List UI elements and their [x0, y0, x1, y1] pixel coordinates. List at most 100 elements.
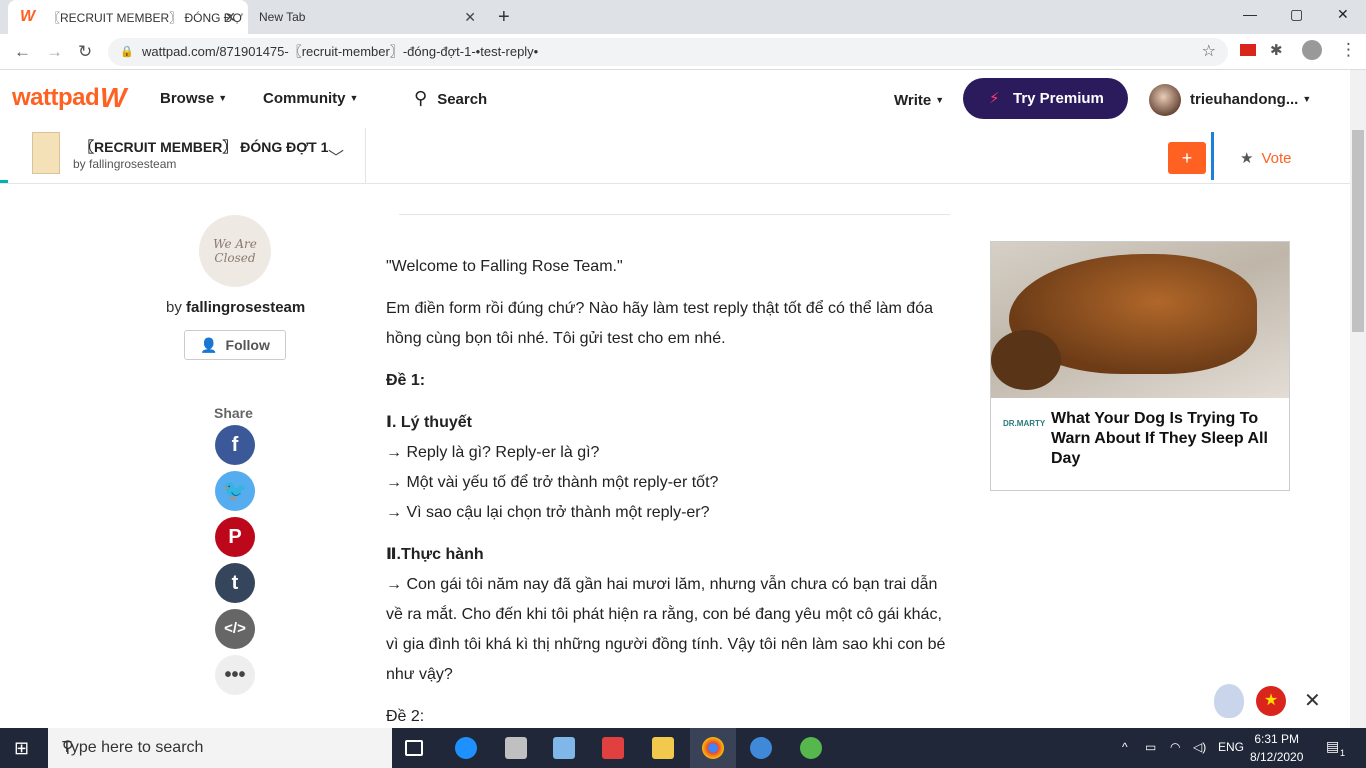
tab-title: New Tab [259, 10, 306, 24]
volume-icon[interactable]: ◁) [1193, 740, 1206, 754]
wattpad-favicon-icon: W [20, 8, 36, 25]
chevron-down-icon: ▼ [935, 95, 945, 105]
author-name[interactable]: fallingrosesteam [186, 299, 305, 316]
twitter-icon[interactable]: 🐦 [215, 471, 255, 511]
user-menu[interactable]: trieuhandong... ▼ [1190, 91, 1311, 108]
new-tab-button[interactable]: + [498, 6, 510, 29]
menu-icon[interactable]: ⋮ [1340, 40, 1357, 60]
more-icon[interactable]: ••• [215, 655, 255, 695]
reading-progress [0, 180, 8, 183]
app-icon[interactable] [602, 737, 624, 759]
story-author[interactable]: by fallingrosesteam [73, 157, 176, 171]
section-heading: Ⅰ. Lý thuyết [386, 414, 472, 431]
vietnam-flag-icon[interactable]: ★ [1256, 686, 1286, 716]
edge-icon[interactable] [455, 737, 477, 759]
divider [399, 214, 950, 215]
pinterest-icon[interactable]: P [215, 517, 255, 557]
wattpad-w-icon[interactable]: W [100, 82, 126, 114]
bookmark-star-icon[interactable]: ☆ [1202, 38, 1216, 66]
question: → Vì sao cậu lại chọn trở thành một repl… [386, 504, 710, 521]
follow-button[interactable]: 👤 Follow [184, 330, 286, 360]
tab-close-icon[interactable]: ✕ [464, 9, 476, 26]
chrome-icon[interactable] [702, 737, 724, 759]
profile-avatar-icon[interactable] [1302, 40, 1322, 60]
chevron-up-icon[interactable]: ^ [1122, 740, 1128, 754]
taskbar-search[interactable]: ⚲ Type here to search [48, 728, 392, 768]
scrollbar-thumb[interactable] [1352, 130, 1364, 332]
dog-tail [991, 330, 1061, 390]
language-indicator[interactable]: ENG [1218, 740, 1244, 754]
task-view-icon[interactable] [405, 740, 423, 756]
paragraph: Em điền form rồi đúng chứ? Nào hãy làm t… [386, 300, 933, 347]
divider [1211, 132, 1214, 180]
embed-icon[interactable]: </> [215, 609, 255, 649]
file-explorer-icon[interactable] [652, 737, 674, 759]
minimize-button[interactable]: — [1243, 6, 1257, 22]
chevron-down-icon[interactable]: ﹀ [328, 144, 344, 168]
search-button[interactable]: ⚲ Search [414, 88, 487, 109]
ad-logo: DR.MARTY [1003, 419, 1046, 428]
share-label: Share [214, 405, 253, 421]
battery-icon[interactable]: ▭ [1145, 740, 1156, 754]
author-avatar[interactable]: We Are Closed [199, 215, 271, 287]
user-avatar[interactable] [1149, 84, 1181, 116]
forward-icon[interactable]: → [46, 42, 63, 62]
floating-character-icon[interactable] [1214, 684, 1244, 718]
address-bar-row: ← → ↻ 🔒 wattpad.com/871901475-〖recruit-m… [0, 34, 1366, 70]
try-premium-button[interactable]: ⚡ Try Premium [963, 78, 1128, 119]
tab-close-icon[interactable]: ✕ [224, 9, 236, 26]
story-cover[interactable] [32, 132, 60, 174]
browse-label: Browse [160, 90, 215, 107]
notifications-icon[interactable]: ▤ [1326, 738, 1339, 755]
search-label: Search [437, 91, 488, 108]
lightning-icon: ⚡ [989, 90, 1000, 107]
add-to-list-button[interactable]: + [1168, 142, 1206, 174]
extensions-icon[interactable]: ✱ [1270, 41, 1283, 59]
back-icon[interactable]: ← [14, 42, 31, 62]
question: → Con gái tôi năm nay đã gần hai mươi lă… [386, 576, 946, 683]
lock-icon: 🔒 [120, 46, 134, 58]
tab-story[interactable]: W 〖RECRUIT MEMBER〗 ĐÓNG ĐỢ ✕ [8, 0, 248, 34]
tumblr-icon[interactable]: t [215, 563, 255, 603]
close-window-button[interactable]: ✕ [1337, 6, 1349, 23]
windows-start-icon[interactable]: ⊞ [14, 738, 29, 759]
url-field[interactable]: 🔒 wattpad.com/871901475-〖recruit-member〗… [108, 38, 1228, 66]
wifi-icon[interactable]: ◠ [1170, 740, 1180, 754]
star-icon: ★ [1240, 150, 1254, 167]
story-title[interactable]: 〖RECRUIT MEMBER〗 ĐÓNG ĐỢT 1 [80, 137, 328, 157]
facebook-icon[interactable]: f [215, 425, 255, 465]
write-menu[interactable]: Write ▼ [894, 92, 944, 109]
paint-icon[interactable] [505, 737, 527, 759]
flag-extension-icon[interactable] [1240, 44, 1256, 56]
tab-new[interactable]: New Tab ✕ [248, 0, 488, 34]
close-icon[interactable]: ✕ [1304, 688, 1321, 713]
paragraph: "Welcome to Falling Rose Team." [386, 258, 623, 275]
wattpad-header: wattpad W Browse ▼ Community ▼ ⚲ Search Wri… [0, 70, 1350, 128]
story-content: "Welcome to Falling Rose Team." Em điền … [386, 252, 946, 744]
browser-tab-bar: W 〖RECRUIT MEMBER〗 ĐÓNG ĐỢ ✕ New Tab ✕ +… [0, 0, 1366, 34]
windows-taskbar: ⊞ ⚲ Type here to search ^ ▭ ◠ ◁) ENG 6:31… [0, 728, 1366, 768]
chevron-down-icon: ▼ [218, 93, 228, 103]
app-icon[interactable] [553, 737, 575, 759]
premium-label: Try Premium [1013, 90, 1104, 107]
app-icon[interactable] [750, 737, 772, 759]
app-icon[interactable] [800, 737, 822, 759]
browse-menu[interactable]: Browse ▼ [160, 90, 227, 107]
chevron-down-icon: ▼ [1302, 94, 1312, 104]
maximize-button[interactable]: ▢ [1290, 6, 1303, 23]
date: 8/12/2020 [1250, 750, 1304, 764]
question: → Một vài yếu tố để trở thành một reply-… [386, 474, 719, 491]
section-heading: Ⅱ.Thực hành [386, 546, 484, 563]
notification-count: 1 [1340, 748, 1346, 758]
community-menu[interactable]: Community ▼ [263, 90, 358, 107]
search-placeholder: Type here to search [62, 739, 204, 756]
clock[interactable]: 6:31 PM 8/12/2020 [1250, 730, 1303, 766]
vote-button[interactable]: ★ Vote [1240, 149, 1291, 167]
ad-title[interactable]: What Your Dog Is Trying To Warn About If… [1051, 409, 1277, 469]
ad-image [991, 242, 1289, 398]
wattpad-logo[interactable]: wattpad [12, 84, 100, 112]
username: trieuhandong... [1190, 91, 1299, 108]
advertisement[interactable]: DR.MARTY What Your Dog Is Trying To Warn… [990, 241, 1290, 491]
chevron-down-icon: ▼ [349, 93, 359, 103]
reload-icon[interactable]: ↻ [78, 42, 92, 62]
